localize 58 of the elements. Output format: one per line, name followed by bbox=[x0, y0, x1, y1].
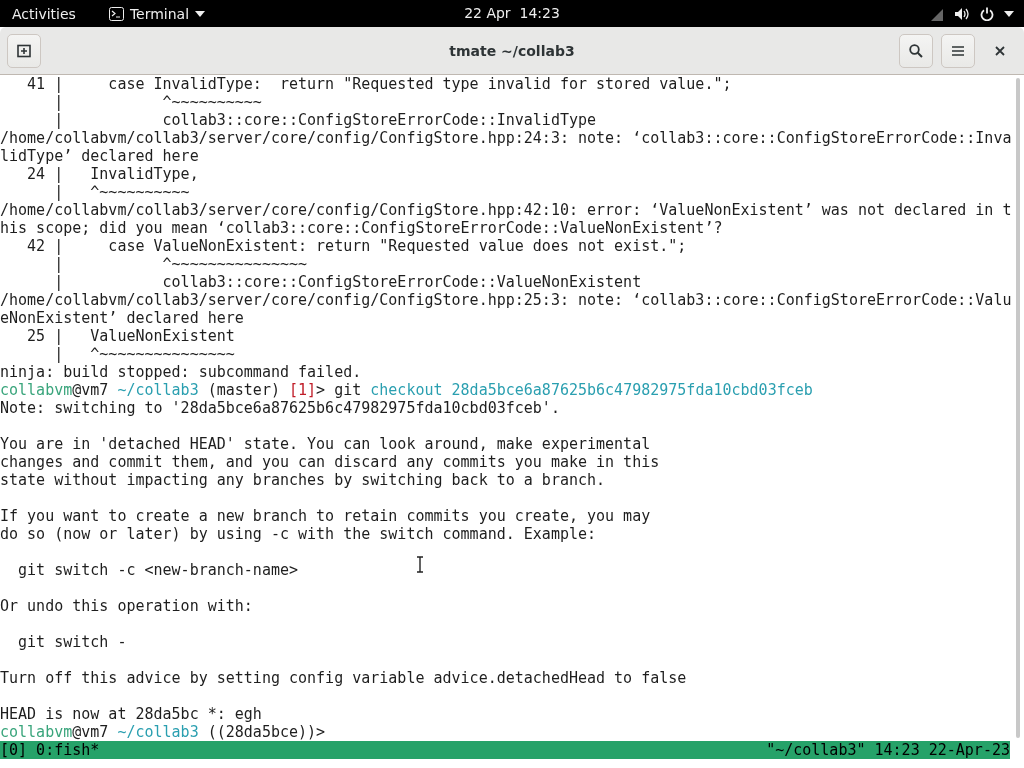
menu-icon bbox=[952, 45, 964, 56]
prompt-user: collabvm bbox=[0, 723, 73, 741]
terminal-text: @vm7 bbox=[72, 381, 110, 399]
close-icon bbox=[995, 45, 1005, 56]
terminal-line: HEAD is now at 28da5bc *: egh bbox=[0, 705, 262, 723]
terminal-line: 41 | case InvalidType: return "Requested type invalid for stored value."; bbox=[26, 75, 732, 93]
terminal-line: | collab3::core::ConfigStoreErrorCode::ValueNonExistent bbox=[53, 273, 642, 291]
terminal-icon bbox=[108, 6, 124, 21]
terminal-line: 42 | case ValueNonExistent: return "Requested value does not exist."; bbox=[26, 237, 687, 255]
terminal-line: git switch -c <new-branch-name> bbox=[17, 561, 298, 579]
activities-button[interactable]: Activities bbox=[12, 5, 76, 22]
terminal-line: changes and commit them, and you can discard any commits you make in this bbox=[0, 453, 660, 471]
terminal-line: | ^~~~~~~~~~~ bbox=[53, 93, 262, 111]
terminal-line: his scope; did you mean ‘collab3::core::ConfigStoreErrorCode::ValueNonExistent’? bbox=[0, 219, 723, 237]
terminal-line: state without impacting any branches by switching back to a branch. bbox=[0, 471, 606, 489]
terminal-line: /home/collabvm/collab3/server/core/config/ConfigStore.hpp:42:10: error: ‘ValueNonExistent’ was not declared in t bbox=[0, 201, 1012, 219]
exit-status: [1] bbox=[289, 381, 317, 399]
app-menu[interactable]: Terminal bbox=[129, 5, 190, 22]
terminal-line: | ^~~~~~~~~~~~~~~~ bbox=[53, 255, 308, 273]
terminal-line: | ^~~~~~~~~~~ bbox=[53, 183, 190, 201]
command-text: checkout 28da5bce6a87625b6c47982975fda10cbd03fceb bbox=[370, 381, 813, 399]
terminal-line: ninja: build stopped: subcommand failed. bbox=[0, 363, 362, 381]
terminal-line: /home/collabvm/collab3/server/core/config/ConfigStore.hpp:25:3: note: ‘collab3::core::ConfigStoreErrorCode::Valu bbox=[0, 291, 1012, 309]
terminal-line: lidType’ declared here bbox=[0, 147, 199, 165]
terminal-text: > git bbox=[316, 381, 363, 399]
menu-button[interactable] bbox=[941, 33, 975, 68]
terminal-text: @vm7 bbox=[72, 723, 110, 741]
terminal-line: eNonExistent’ declared here bbox=[0, 309, 244, 327]
terminal-line: Note: switching to '28da5bce6a87625b6c47982975fda10cbd03fceb'. bbox=[0, 399, 560, 417]
clock[interactable]: 22 Apr 14:23 bbox=[464, 5, 560, 21]
caret-icon bbox=[195, 10, 206, 17]
terminal-text: ((28da5bce))> bbox=[206, 723, 326, 741]
terminal-line: do so (now or later) by using -c with the switch command. Example: bbox=[0, 525, 597, 543]
prompt-user: collabvm bbox=[0, 381, 73, 399]
caret-icon[interactable] bbox=[1004, 10, 1014, 17]
terminal-line: If you want to create a new branch to retain commits you create, you may bbox=[0, 507, 651, 525]
terminal-line: Turn off this advice by setting config variable advice.detachedHead to false bbox=[0, 669, 687, 687]
terminal-line: | collab3::core::ConfigStoreErrorCode::InvalidType bbox=[53, 111, 597, 129]
terminal-line: 25 | ValueNonExistent bbox=[26, 327, 235, 345]
window-title: tmate ~/collab3 bbox=[449, 42, 575, 59]
text-cursor-icon bbox=[416, 556, 424, 573]
terminal-line: You are in 'detached HEAD' state. You can look around, make experimental bbox=[0, 435, 651, 453]
search-button[interactable] bbox=[899, 33, 933, 68]
plus-icon bbox=[17, 43, 31, 58]
terminal-line: 24 | InvalidType, bbox=[26, 165, 199, 183]
status-info: "~/collab3" 14:23 22-Apr-23 bbox=[766, 741, 1010, 759]
volume-icon[interactable] bbox=[954, 6, 970, 21]
prompt-path: ~/collab3 bbox=[117, 381, 199, 399]
terminal-line: Or undo this operation with: bbox=[0, 597, 253, 615]
terminal-line: git switch - bbox=[17, 633, 127, 651]
new-tab-button[interactable] bbox=[7, 33, 41, 68]
terminal-line: /home/collabvm/collab3/server/core/config/ConfigStore.hpp:24:3: note: ‘collab3::core::ConfigStoreErrorCode::Inva bbox=[0, 129, 1012, 147]
prompt-path: ~/collab3 bbox=[117, 723, 199, 741]
terminal-text: (master) bbox=[206, 381, 281, 399]
session-window: [0] 0:fish* bbox=[0, 741, 100, 759]
power-icon[interactable] bbox=[980, 6, 994, 21]
terminal-line: | ^~~~~~~~~~~~~~~~ bbox=[53, 345, 235, 363]
search-icon bbox=[909, 43, 923, 58]
